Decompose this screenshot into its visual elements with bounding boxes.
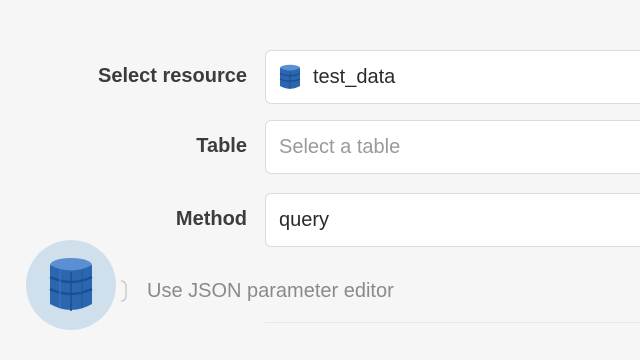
method-label: Method	[175, 208, 247, 230]
dynamodb-large-icon	[49, 258, 93, 311]
table-label: Table	[196, 135, 247, 157]
method-value: query	[279, 208, 330, 231]
method-select[interactable]: query	[265, 193, 640, 247]
table-placeholder: Select a table	[279, 135, 401, 158]
select-resource-label: Select resource	[98, 65, 247, 87]
divider	[265, 322, 640, 323]
resource-value: test_data	[313, 65, 396, 88]
resource-select[interactable]: test_data	[265, 50, 640, 104]
table-select[interactable]: Select a table	[265, 120, 640, 174]
dynamodb-badge	[26, 240, 116, 330]
query-editor-form: Select resource test_data Table Select a…	[0, 0, 640, 360]
json-editor-toggle[interactable]	[119, 279, 127, 303]
dynamodb-icon	[279, 64, 301, 90]
json-editor-label: Use JSON parameter editor	[147, 280, 394, 302]
